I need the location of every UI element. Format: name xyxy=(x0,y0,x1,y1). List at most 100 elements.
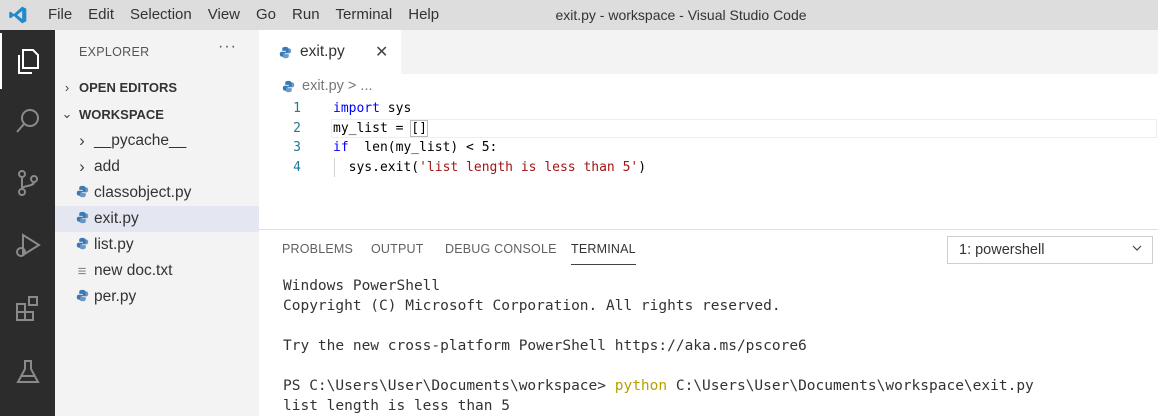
tree-item-label: __pycache__ xyxy=(94,132,187,149)
search-icon xyxy=(15,109,39,133)
source-control-icon xyxy=(17,170,38,196)
open-editors-label: OPEN EDITORS xyxy=(79,79,178,95)
workspace-section[interactable]: ⌄ WORKSPACE xyxy=(55,101,259,127)
open-editors-section[interactable]: › OPEN EDITORS xyxy=(55,74,259,100)
extensions-icon xyxy=(15,296,38,321)
code-line: 4 sys.exit('list length is less than 5') xyxy=(259,157,1158,178)
terminal-command-args: C:\Users\User\Documents\workspace\exit.p… xyxy=(667,378,1034,394)
terminal-output-line: list length is less than 5 xyxy=(283,398,510,414)
extensions-activity[interactable] xyxy=(0,280,55,336)
editor-tab-bar: exit.py ✕ xyxy=(259,30,1158,74)
code-keyword: if xyxy=(333,140,349,155)
tree-item-label: per.py xyxy=(94,288,137,305)
code-token: sys xyxy=(387,101,412,116)
tree-item-label: list.py xyxy=(94,236,134,253)
python-file-icon xyxy=(73,237,91,253)
tab-exit-py[interactable]: exit.py ✕ xyxy=(259,30,401,74)
python-file-icon xyxy=(282,80,295,92)
explorer-header: EXPLORER xyxy=(79,45,150,59)
current-line-highlight xyxy=(331,118,1157,138)
tree-item[interactable]: › __pycache__ xyxy=(55,128,259,154)
line-number: 2 xyxy=(293,120,301,136)
run-debug-activity[interactable] xyxy=(0,217,55,273)
terminal-line: Windows PowerShell xyxy=(283,278,441,294)
workspace-label: WORKSPACE xyxy=(79,106,164,122)
python-file-icon xyxy=(73,185,91,201)
tab-terminal[interactable]: TERMINAL xyxy=(571,242,636,265)
more-actions-button[interactable]: ··· xyxy=(218,38,237,56)
menu-selection[interactable]: Selection xyxy=(122,0,200,30)
code-line: 1 import sys xyxy=(259,99,1158,119)
testing-icon xyxy=(15,360,40,383)
explorer-sidebar: EXPLORER ··· › OPEN EDITORS ⌄ WORKSPACE … xyxy=(55,30,259,416)
menu-file[interactable]: File xyxy=(40,0,80,30)
terminal-select[interactable]: 1: powershell xyxy=(947,236,1153,264)
code-token: sys.exit( xyxy=(333,159,420,175)
tree-item[interactable]: ≡ new doc.txt xyxy=(55,258,259,284)
terminal-line: Copyright (C) Microsoft Corporation. All… xyxy=(283,298,781,314)
menu-run[interactable]: Run xyxy=(284,0,328,30)
code-text: import sys xyxy=(333,99,411,119)
python-file-icon xyxy=(73,211,91,227)
menu-go[interactable]: Go xyxy=(248,0,284,30)
menu-view[interactable]: View xyxy=(200,0,248,30)
run-debug-icon xyxy=(15,233,41,257)
terminal-line: Try the new cross-platform PowerShell ht… xyxy=(283,338,807,354)
terminal-output[interactable]: Windows PowerShell Copyright (C) Microso… xyxy=(283,276,1034,416)
code-editor[interactable]: 1 import sys 2 my_list = [] 3 if len(my_list)… xyxy=(259,99,1158,177)
line-number: 3 xyxy=(293,140,301,155)
tree-item-label: exit.py xyxy=(94,210,139,227)
code-string: 'list length is less than 5' xyxy=(419,159,639,175)
code-token: [] xyxy=(410,119,428,137)
tree-item-label: classobject.py xyxy=(94,184,192,201)
menu-edit[interactable]: Edit xyxy=(80,0,122,30)
testing-activity[interactable] xyxy=(0,344,55,400)
code-token: my_list = xyxy=(333,120,412,136)
title-bar: File Edit Selection View Go Run Terminal… xyxy=(0,0,1158,30)
python-file-icon xyxy=(73,289,91,305)
line-number: 1 xyxy=(293,101,301,116)
tree-item[interactable]: classobject.py xyxy=(55,180,259,206)
breadcrumb-file[interactable]: exit.py xyxy=(302,78,344,94)
breadcrumb: exit.py > ... xyxy=(282,78,373,94)
chevron-down-icon xyxy=(1132,245,1142,251)
code-text: if len(my_list) < 5: xyxy=(333,138,497,158)
code-token: ) xyxy=(638,159,647,175)
line-number: 4 xyxy=(293,159,301,175)
menu-bar: File Edit Selection View Go Run Terminal… xyxy=(40,0,447,30)
chevron-right-icon: › xyxy=(64,79,70,95)
terminal-command: python xyxy=(614,378,668,394)
code-text: my_list = [] xyxy=(333,119,428,139)
vscode-logo-icon xyxy=(9,6,27,24)
menu-help[interactable]: Help xyxy=(400,0,447,30)
search-activity[interactable] xyxy=(0,93,55,149)
tab-debug-console[interactable]: DEBUG CONSOLE xyxy=(445,242,557,256)
activity-bar xyxy=(0,30,55,416)
chevron-right-icon: › xyxy=(79,131,85,150)
menu-terminal[interactable]: Terminal xyxy=(328,0,401,30)
bottom-panel: PROBLEMS OUTPUT DEBUG CONSOLE TERMINAL 1… xyxy=(259,229,1158,416)
tab-output[interactable]: OUTPUT xyxy=(371,242,424,256)
chevron-down-icon: ⌄ xyxy=(61,106,73,121)
explorer-activity[interactable] xyxy=(0,33,55,89)
close-icon[interactable]: ✕ xyxy=(375,42,388,62)
code-text: sys.exit('list length is less than 5') xyxy=(333,158,646,178)
tree-item[interactable]: exit.py xyxy=(55,206,259,232)
tree-item[interactable]: per.py xyxy=(55,284,259,310)
explorer-icon xyxy=(17,49,39,74)
breadcrumb-rest[interactable]: > ... xyxy=(348,78,373,94)
tab-problems[interactable]: PROBLEMS xyxy=(282,242,353,256)
chevron-right-icon: › xyxy=(79,157,85,176)
terminal-prompt-line: PS C:\Users\User\Documents\workspace> py… xyxy=(283,376,1034,396)
tab-label: exit.py xyxy=(300,43,345,60)
tree-item-label: add xyxy=(94,158,120,175)
tree-item[interactable]: list.py xyxy=(55,232,259,258)
tree-item[interactable]: › add xyxy=(55,154,259,180)
code-token: len(my_list) < 5: xyxy=(356,140,498,155)
source-control-activity[interactable] xyxy=(0,155,55,211)
terminal-prompt: PS C:\Users\User\Documents\workspace> xyxy=(283,378,615,394)
python-file-icon xyxy=(279,46,292,58)
text-file-icon: ≡ xyxy=(77,262,87,280)
